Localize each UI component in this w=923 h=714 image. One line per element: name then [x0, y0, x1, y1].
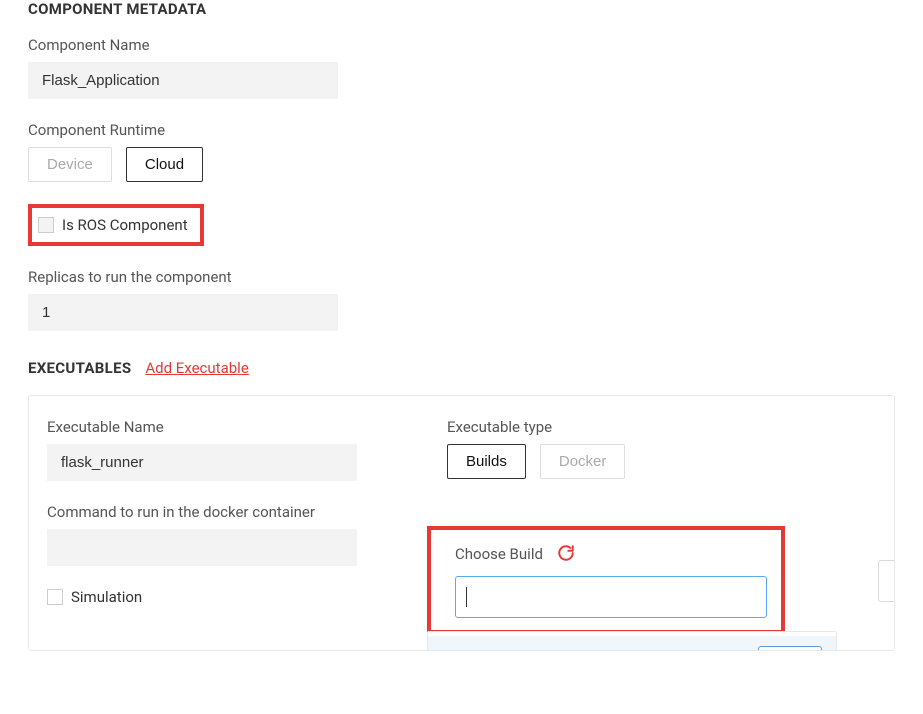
executable-panel: Executable Name Command to run in the do… [28, 395, 895, 651]
executables-heading: EXECUTABLES [28, 359, 131, 377]
executable-type-label: Executable type [447, 418, 876, 436]
text-cursor-icon [466, 587, 467, 607]
replicas-field: Replicas to run the component [28, 268, 895, 331]
choose-build-label: Choose Build [455, 545, 543, 563]
simulation-label: Simulation [71, 588, 142, 606]
component-runtime-label: Component Runtime [28, 121, 895, 139]
docker-command-input[interactable] [47, 529, 357, 566]
replicas-label: Replicas to run the component [28, 268, 895, 286]
simulation-checkbox[interactable] [47, 589, 63, 605]
executable-type-field: Executable type Builds Docker [447, 418, 876, 479]
build-option-label: web-app-build [442, 647, 535, 651]
replicas-input[interactable] [28, 294, 338, 331]
ros-component-field: Is ROS Component [28, 204, 895, 246]
component-name-input[interactable] [28, 62, 338, 99]
component-runtime-field: Component Runtime Device Cloud [28, 121, 895, 182]
component-name-field: Component Name [28, 36, 895, 99]
choose-build-highlight-box: Choose Build [427, 526, 785, 634]
executable-name-field: Executable Name [47, 418, 407, 481]
simulation-field: Simulation [47, 588, 407, 606]
ros-highlight-box: Is ROS Component [28, 204, 204, 246]
executable-name-label: Executable Name [47, 418, 407, 436]
component-metadata-heading: COMPONENT METADATA [28, 0, 895, 18]
refresh-icon[interactable] [557, 544, 575, 566]
build-option-web-app-build[interactable]: web-app-build Non-Ros [428, 636, 836, 651]
build-option-tag: Non-Ros [758, 646, 822, 651]
exec-type-builds-button[interactable]: Builds [447, 444, 526, 479]
component-name-label: Component Name [28, 36, 895, 54]
chevron-up-icon [894, 574, 895, 588]
build-dropdown-panel: web-app-build Non-Ros [427, 631, 837, 651]
runtime-cloud-button[interactable]: Cloud [126, 147, 203, 182]
runtime-device-button[interactable]: Device [28, 147, 112, 182]
docker-command-label: Command to run in the docker container [47, 503, 407, 521]
ros-label: Is ROS Component [62, 216, 188, 234]
build-select-toggle[interactable] [878, 560, 895, 602]
choose-build-select[interactable] [455, 576, 767, 618]
add-executable-link[interactable]: Add Executable [145, 359, 248, 377]
exec-type-docker-button[interactable]: Docker [540, 444, 626, 479]
executable-name-input[interactable] [47, 444, 357, 481]
ros-checkbox[interactable] [38, 217, 54, 233]
docker-command-field: Command to run in the docker container [47, 503, 407, 566]
